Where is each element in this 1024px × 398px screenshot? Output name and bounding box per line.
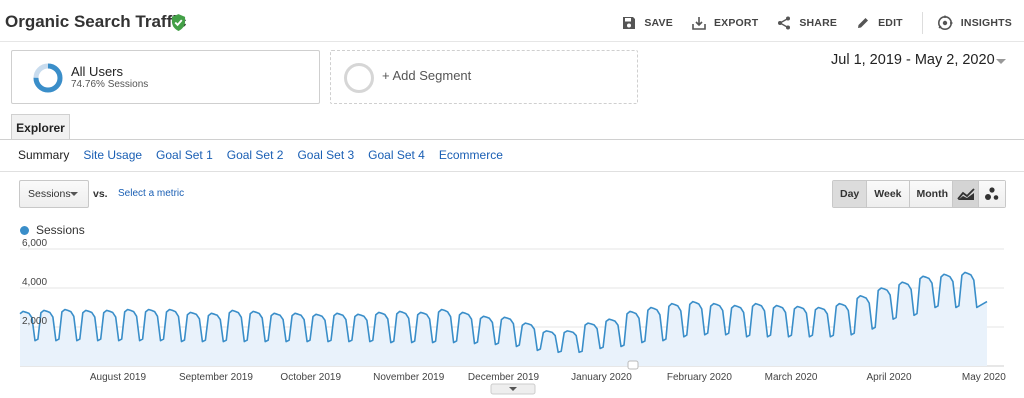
granularity-week-button[interactable]: Week bbox=[866, 181, 909, 207]
chart-legend: Sessions bbox=[20, 223, 85, 237]
subtab-goal-set-1[interactable]: Goal Set 1 bbox=[156, 148, 213, 162]
granularity-toggle: Day Week Month bbox=[832, 180, 957, 208]
granularity-day-button[interactable]: Day bbox=[833, 181, 867, 207]
segment-name: All Users bbox=[71, 64, 124, 79]
export-icon bbox=[692, 17, 706, 30]
line-chart-icon bbox=[956, 188, 975, 200]
subtab-goal-set-4[interactable]: Goal Set 4 bbox=[368, 148, 425, 162]
save-icon bbox=[623, 17, 636, 29]
segment-donut-icon bbox=[33, 63, 63, 93]
y-tick-label: 6,000 bbox=[22, 238, 47, 249]
x-tick-label: August 2019 bbox=[90, 372, 147, 383]
export-label: EXPORT bbox=[713, 17, 759, 29]
report-header: Organic Search Traffic SAVE EXPORT SHARE… bbox=[0, 0, 1024, 44]
x-tick-label: April 2020 bbox=[867, 372, 912, 383]
x-tick-label: November 2019 bbox=[373, 372, 445, 383]
x-tick-label: May 2020 bbox=[962, 372, 1006, 383]
x-tick-label: September 2019 bbox=[179, 372, 253, 383]
metric-dropdown[interactable]: Sessions bbox=[19, 180, 89, 208]
save-button[interactable]: SAVE bbox=[622, 16, 673, 30]
motion-chart-icon bbox=[985, 187, 999, 200]
sessions-chart[interactable]: 6,000 4,000 2,000 August 2019 September 2019… bbox=[0, 236, 1024, 398]
edit-button[interactable]: EDIT bbox=[856, 16, 903, 30]
export-button[interactable]: EXPORT bbox=[692, 16, 758, 30]
share-button[interactable]: SHARE bbox=[777, 16, 837, 30]
legend-label: Sessions bbox=[36, 223, 85, 237]
insights-button[interactable]: INSIGHTS bbox=[937, 15, 1012, 31]
legend-swatch bbox=[20, 225, 29, 235]
chevron-down-icon bbox=[70, 192, 78, 196]
subtab-goal-set-2[interactable]: Goal Set 2 bbox=[227, 148, 284, 162]
chart-type-toggle bbox=[952, 180, 1006, 208]
report-title: Organic Search Traffic bbox=[5, 12, 187, 31]
share-icon bbox=[778, 16, 791, 30]
shield-check-icon bbox=[171, 14, 186, 31]
tab-explorer[interactable]: Explorer bbox=[11, 114, 70, 140]
chevron-down-icon[interactable] bbox=[996, 59, 1006, 64]
subtab-divider bbox=[0, 171, 1024, 172]
metric-dropdown-value: Sessions bbox=[28, 188, 71, 200]
add-segment-button[interactable]: + Add Segment bbox=[330, 50, 638, 104]
x-tick-label: February 2020 bbox=[667, 372, 732, 383]
actions-divider bbox=[921, 12, 923, 34]
subtab-goal-set-3[interactable]: Goal Set 3 bbox=[297, 148, 354, 162]
pencil-icon bbox=[858, 18, 869, 28]
add-segment-label: + Add Segment bbox=[382, 68, 472, 83]
insights-icon bbox=[937, 15, 953, 30]
subtab-bar: Summary Site Usage Goal Set 1 Goal Set 2… bbox=[18, 148, 517, 162]
share-label: SHARE bbox=[799, 17, 838, 29]
x-tick-label: March 2020 bbox=[765, 372, 818, 383]
subtab-summary[interactable]: Summary bbox=[18, 148, 69, 162]
edit-label: EDIT bbox=[878, 17, 903, 29]
header-divider bbox=[0, 41, 1024, 42]
segment-detail: 74.76% Sessions bbox=[71, 79, 149, 90]
granularity-month-button[interactable]: Month bbox=[908, 181, 956, 207]
save-label: SAVE bbox=[644, 17, 673, 29]
select-metric-link[interactable]: Select a metric bbox=[118, 188, 184, 199]
segment-all-users[interactable]: All Users 74.76% Sessions bbox=[11, 50, 320, 104]
report-actions: SAVE EXPORT SHARE EDIT INSIGHTS bbox=[622, 12, 1024, 34]
subtab-site-usage[interactable]: Site Usage bbox=[83, 148, 142, 162]
motion-chart-button[interactable] bbox=[979, 181, 1005, 207]
y-tick-label: 2,000 bbox=[22, 316, 47, 327]
y-tick-label: 4,000 bbox=[22, 277, 47, 288]
annotation-marker bbox=[627, 360, 639, 370]
x-tick-label: October 2019 bbox=[280, 372, 341, 383]
x-tick-label: December 2019 bbox=[468, 372, 540, 383]
x-tick-label: January 2020 bbox=[571, 372, 632, 383]
add-segment-ring-icon bbox=[344, 63, 374, 93]
date-range-picker[interactable]: Jul 1, 2019 - May 2, 2020 bbox=[831, 52, 995, 68]
insights-label: INSIGHTS bbox=[960, 17, 1012, 29]
vs-label: vs. bbox=[93, 188, 108, 200]
subtab-ecommerce[interactable]: Ecommerce bbox=[439, 148, 503, 162]
line-chart-button[interactable] bbox=[953, 181, 979, 207]
tab-divider bbox=[0, 139, 1024, 140]
